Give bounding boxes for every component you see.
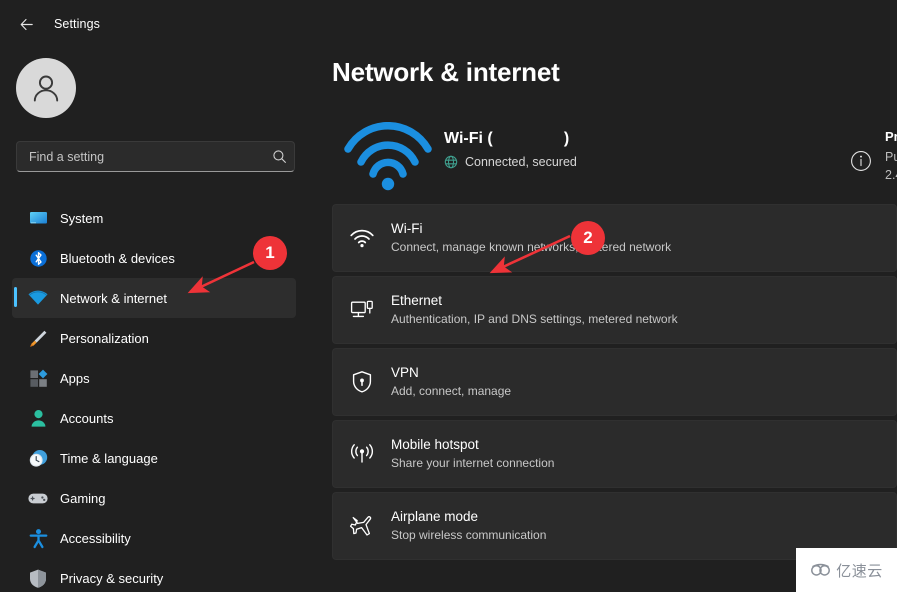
settings-card-ethernet[interactable]: Ethernet Authentication, IP and DNS sett… — [332, 276, 897, 344]
card-text: Wi-Fi Connect, manage known networks, me… — [391, 220, 896, 256]
connection-name: Wi-Fi ( ) — [444, 130, 570, 147]
card-text: Airplane mode Stop wireless communicatio… — [391, 508, 896, 544]
sidebar-item-accessibility[interactable]: Accessibility — [12, 518, 296, 558]
network-properties-panel[interactable]: Pro Pub 2.4 — [850, 128, 897, 182]
sidebar-item-network-internet[interactable]: Network & internet — [12, 278, 296, 318]
person-icon — [22, 406, 54, 430]
card-title: Wi-Fi — [391, 221, 423, 237]
monitor-icon — [22, 206, 54, 230]
card-subtitle: Stop wireless communication — [391, 528, 547, 543]
settings-card-vpn[interactable]: VPN Add, connect, manage — [332, 348, 897, 416]
card-title: Mobile hotspot — [391, 437, 479, 453]
shield-icon — [22, 566, 54, 590]
wifi-icon — [333, 228, 391, 248]
connection-status-panel: Wi-Fi ( ) Connected, secured Pr Pu 2. — [332, 116, 897, 198]
window-title: Settings — [54, 17, 100, 31]
wifi-icon — [22, 286, 54, 310]
sidebar-item-system[interactable]: System — [12, 198, 296, 238]
connection-status-text: Connected, secured — [465, 155, 577, 169]
settings-card-wifi[interactable]: Wi-Fi Connect, manage known networks, me… — [332, 204, 897, 272]
ethernet-icon — [333, 299, 391, 321]
sidebar-item-label: Personalization — [60, 330, 149, 346]
user-avatar-icon — [33, 75, 59, 102]
sidebar-item-personalization[interactable]: Personalization — [12, 318, 296, 358]
sidebar-item-gaming[interactable]: Gaming — [12, 478, 296, 518]
sidebar-item-apps[interactable]: Apps — [12, 358, 296, 398]
wifi-signal-icon — [342, 121, 434, 192]
info-icon — [850, 150, 872, 177]
sidebar-item-time-language[interactable]: Time & language — [12, 438, 296, 478]
search-input[interactable] — [17, 149, 264, 164]
sidebar-item-label: Time & language — [60, 450, 158, 466]
back-arrow-icon — [20, 18, 33, 30]
hotspot-icon — [333, 443, 391, 465]
clock-globe-icon — [22, 446, 54, 470]
sidebar-item-label: Accounts — [60, 410, 114, 426]
settings-window: Settings Find a setting System Bluetooth… — [0, 0, 897, 592]
sidebar-item-label: Privacy & security — [60, 570, 164, 586]
airplane-icon — [333, 514, 391, 538]
card-subtitle: Authentication, IP and DNS settings, met… — [391, 312, 678, 327]
back-button[interactable] — [10, 8, 42, 40]
page-title: Network & internet — [332, 57, 560, 87]
card-title: Ethernet — [391, 293, 443, 309]
search-box[interactable] — [16, 141, 295, 172]
properties-line-2: 2.4 — [885, 168, 897, 182]
avatar[interactable] — [16, 58, 76, 118]
card-title: VPN — [391, 365, 419, 381]
settings-card-mobile-hotspot[interactable]: Mobile hotspot Share your internet conne… — [332, 420, 897, 488]
sidebar-item-label: Accessibility — [60, 530, 131, 546]
vpn-shield-icon — [333, 370, 391, 394]
accessibility-icon — [22, 526, 54, 550]
cloud-logo-icon — [811, 563, 831, 576]
title-bar: Settings — [0, 0, 897, 48]
bluetooth-icon — [22, 246, 54, 270]
apps-grid-icon — [22, 366, 54, 390]
settings-card-list: Wi-Fi Connect, manage known networks, me… — [332, 204, 897, 564]
watermark: 亿速云 — [796, 548, 897, 592]
sidebar-item-label: Network & internet — [60, 290, 167, 306]
watermark-text: 亿速云 — [836, 561, 883, 580]
card-subtitle: Add, connect, manage — [391, 384, 512, 399]
card-subtitle: Connect, manage known networks, metered … — [391, 240, 672, 255]
card-title: Airplane mode — [391, 509, 479, 525]
globe-icon — [444, 155, 458, 169]
sidebar-item-label: Gaming — [60, 490, 106, 506]
sidebar-item-accounts[interactable]: Accounts — [12, 398, 296, 438]
card-text: VPN Add, connect, manage — [391, 364, 896, 400]
connection-status: Connected, secured — [444, 155, 577, 169]
card-text: Ethernet Authentication, IP and DNS sett… — [391, 292, 896, 328]
sidebar-item-privacy-security[interactable]: Privacy & security — [12, 558, 296, 592]
connection-info: Wi-Fi ( ) Connected, secured — [444, 130, 577, 169]
properties-title: Pro — [885, 129, 897, 144]
card-subtitle: Share your internet connection — [391, 456, 555, 471]
main-content: Network & internet Wi-Fi ( ) Connected, … — [320, 48, 897, 592]
network-properties-text: Pro Pub 2.4 — [885, 128, 897, 182]
card-text: Mobile hotspot Share your internet conne… — [391, 436, 896, 472]
properties-line-1: Pub — [885, 150, 897, 164]
sidebar-nav: System Bluetooth & devices Network & int… — [0, 198, 320, 592]
sidebar-item-label: Apps — [60, 370, 90, 386]
paintbrush-icon — [22, 326, 54, 350]
gamepad-icon — [22, 486, 54, 510]
sidebar-item-label: Bluetooth & devices — [60, 250, 175, 266]
sidebar-item-bluetooth-devices[interactable]: Bluetooth & devices — [12, 238, 296, 278]
sidebar: System Bluetooth & devices — [0, 48, 320, 592]
search-icon — [264, 149, 294, 164]
sidebar-item-label: System — [60, 210, 104, 226]
